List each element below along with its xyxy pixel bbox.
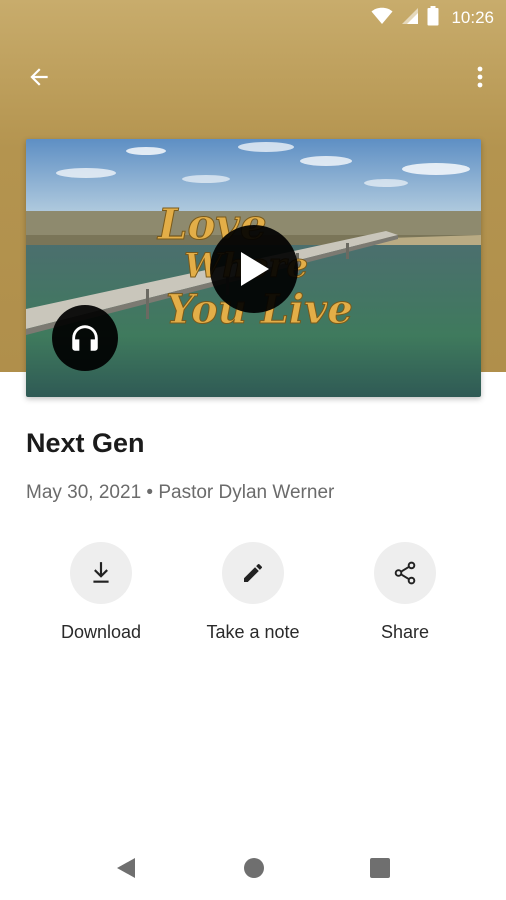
share-label: Share bbox=[380, 622, 430, 642]
sermon-meta: May 30, 2021 • Pastor Dylan Werner bbox=[26, 482, 335, 503]
share-icon bbox=[394, 561, 416, 585]
take-a-note-label: Take a note bbox=[206, 622, 300, 642]
arrow-back-icon bbox=[30, 68, 48, 86]
recents-square-icon bbox=[370, 858, 390, 878]
share-button[interactable]: Share bbox=[330, 542, 480, 643]
download-label: Download bbox=[60, 622, 142, 642]
audio-button[interactable] bbox=[52, 305, 118, 371]
more-vert-icon bbox=[477, 66, 483, 88]
battery-icon bbox=[427, 5, 439, 31]
home-circle-icon bbox=[244, 858, 264, 878]
sermon-detail-screen: 10:26 Love You Live Next Gen May 30, 202… bbox=[0, 0, 506, 900]
play-button[interactable] bbox=[210, 225, 298, 313]
headphones-icon bbox=[72, 325, 98, 351]
download-button[interactable]: Download bbox=[26, 542, 176, 643]
take-a-note-button[interactable]: Take a note bbox=[178, 542, 328, 643]
status-bar: 10:26 bbox=[0, 0, 506, 38]
more-options-button[interactable] bbox=[468, 56, 492, 98]
system-recents-button[interactable] bbox=[364, 852, 396, 884]
back-triangle-icon bbox=[117, 858, 135, 878]
download-icon bbox=[93, 562, 109, 583]
toolbar bbox=[0, 48, 506, 100]
action-row: Download Take a note Share bbox=[0, 542, 506, 652]
status-icons: 10:26 bbox=[371, 5, 494, 31]
sermon-title: Next Gen bbox=[26, 428, 145, 458]
download-circle bbox=[70, 542, 132, 604]
system-back-button[interactable] bbox=[110, 852, 142, 884]
play-icon bbox=[241, 252, 269, 286]
share-circle bbox=[374, 542, 436, 604]
sermon-thumbnail[interactable]: Love Where You Live bbox=[26, 139, 481, 397]
status-time: 10:26 bbox=[451, 8, 494, 27]
wifi-icon bbox=[371, 7, 393, 30]
system-home-button[interactable] bbox=[238, 852, 270, 884]
signal-icon bbox=[401, 7, 419, 30]
system-navigation-bar bbox=[0, 834, 506, 900]
pencil-icon bbox=[244, 563, 263, 582]
note-circle bbox=[222, 542, 284, 604]
back-button[interactable] bbox=[18, 56, 60, 98]
